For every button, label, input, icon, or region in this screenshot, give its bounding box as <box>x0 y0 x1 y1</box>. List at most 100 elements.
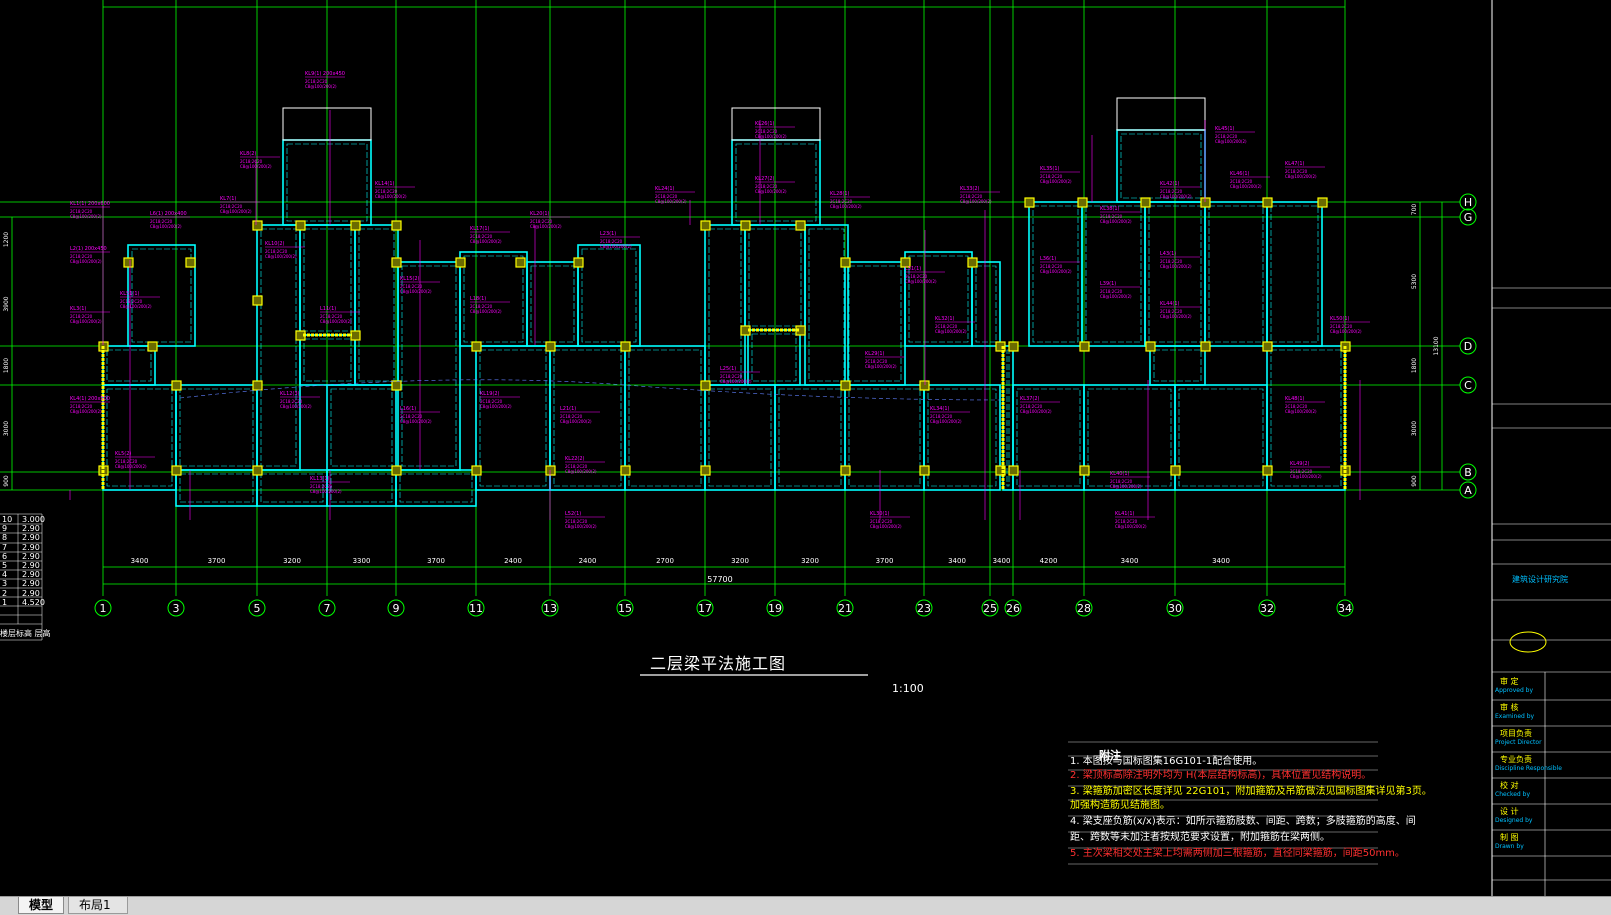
beam-inner-line <box>975 265 997 343</box>
beam-label: KL4(1) 200x500 <box>70 396 110 402</box>
beam-label: KL8(2) <box>240 151 256 157</box>
note-item: 3. 梁箍筋加密区长度详见 22G101，附加箍筋及吊筋做法见国标图集详见第3页… <box>1070 786 1432 797</box>
axis-label-30: 30 <box>1168 602 1182 615</box>
beam-outline <box>774 384 846 491</box>
beam-label: L11(1) <box>320 306 336 312</box>
column <box>391 257 402 268</box>
beam-inner-line <box>106 388 173 487</box>
beam-stirrup-text: C8@100/200(2) <box>1115 524 1147 529</box>
right-dim-text: 1800 <box>1411 358 1418 373</box>
beam-inner-line <box>303 338 352 382</box>
column <box>573 257 584 268</box>
right-dim-text: 700 <box>1411 204 1418 216</box>
beam-inner-line <box>628 349 702 487</box>
column <box>1145 341 1156 352</box>
beam-label: KL12(3) <box>280 391 300 397</box>
column <box>740 220 751 231</box>
axis-label-26: 26 <box>1006 602 1020 615</box>
beam-label: L39(1) <box>1100 281 1116 287</box>
titleblock-role-label-en: Examined by <box>1495 713 1535 720</box>
beam-outline <box>577 244 641 347</box>
column <box>471 465 482 476</box>
beam-stirrup-text: C8@100/200(2) <box>1100 219 1132 224</box>
beam-stirrup-text: C8@100/200(2) <box>1100 294 1132 299</box>
beam-inner-line <box>927 388 997 487</box>
beam-label: L52(1) <box>565 511 581 517</box>
beam-stirrup-text: C8@100/200(2) <box>1285 174 1317 179</box>
beam-label: L25(1) <box>720 366 736 372</box>
beam-inner-line <box>358 228 395 382</box>
column <box>171 465 182 476</box>
beam-outline <box>1174 384 1268 491</box>
beam-inner-line <box>751 333 797 382</box>
beam-stirrup-text: C8@100/200(2) <box>600 244 632 249</box>
beam-label: KL45(1) <box>1215 126 1235 132</box>
axis-label-1: 1 <box>100 602 107 615</box>
axis-label-9: 9 <box>393 602 400 615</box>
bottom-dim-text: 2700 <box>656 557 674 565</box>
column <box>471 341 482 352</box>
beam-inner-line <box>708 388 772 487</box>
column <box>967 257 978 268</box>
level-height-value: 2.90 <box>22 588 40 598</box>
beam-stirrup-text: C8@100/200(2) <box>930 419 962 424</box>
cad-model-space[interactable]: 57700 3400 3700 3200 3300 3700 2400 2400 2700 320… <box>0 0 1611 896</box>
tab-model[interactable]: 模型 <box>18 897 64 914</box>
beam-label: KL19(2) <box>480 391 500 397</box>
left-dim-text: 3900 <box>3 296 10 311</box>
tab-layout1[interactable]: 布局1 <box>68 897 128 914</box>
beam-label: KL34(1) <box>930 406 950 412</box>
beam-inner-line <box>1032 205 1079 343</box>
structural-beam-plan[interactable]: 577003400 3700 3200 3300 3700 2400 2400 2700 320… <box>0 0 1611 896</box>
column <box>840 257 851 268</box>
bottom-dim-text: 3700 <box>876 557 894 565</box>
note-item: 加强构造筋见结施图。 <box>1070 800 1170 811</box>
column <box>147 341 158 352</box>
bottom-dim-text: 3700 <box>427 557 445 565</box>
beam-label: KL35(1) <box>1040 166 1060 172</box>
beam-outline <box>804 224 849 386</box>
axis-label-25: 25 <box>983 602 997 615</box>
column <box>252 220 263 231</box>
column <box>700 380 711 391</box>
level-floor-number: 7 <box>2 542 8 552</box>
beam-stirrup-text: C8@100/200(2) <box>70 214 102 219</box>
axis-label-13: 13 <box>543 602 557 615</box>
beam-stirrup-text: C8@100/200(2) <box>1160 264 1192 269</box>
bottom-dim-text: 3200 <box>801 557 819 565</box>
titleblock-role-label-en: Drawn by <box>1495 843 1524 850</box>
column <box>171 380 182 391</box>
left-dim-text: 3000 <box>3 421 10 436</box>
beam-label: KL37(2) <box>1020 396 1040 402</box>
beam-label: KL38(1) <box>1100 206 1120 212</box>
beam-label: KL46(1) <box>1230 171 1250 177</box>
axis-label-11: 11 <box>469 602 483 615</box>
beam-stirrup-text: C8@100/200(2) <box>655 199 687 204</box>
beam-inner-line <box>581 248 637 343</box>
beam-label: KL26(1) <box>755 121 775 127</box>
titleblock-role-label: 项目负责 <box>1500 729 1532 738</box>
axis-label-17: 17 <box>698 602 712 615</box>
titleblock-role-label: 校 对 <box>1500 781 1519 790</box>
beam-outline <box>102 384 177 491</box>
level-height-value: 3.000 <box>22 515 45 524</box>
beam-inner-line <box>1178 388 1264 487</box>
titleblock-role-label-en: Checked by <box>1495 791 1531 798</box>
beam-outline <box>923 384 1001 491</box>
column <box>795 220 806 231</box>
beam-stirrup-text: C8@100/200(2) <box>1285 409 1317 414</box>
beam-outline <box>102 345 156 386</box>
beam-inner-line <box>179 388 254 467</box>
beam-stirrup-text: C8@100/200(2) <box>565 469 597 474</box>
beam-label: KL13(1) <box>310 476 330 482</box>
beam-label: L16(1) <box>400 406 416 412</box>
bottom-dim-text: 3300 <box>353 557 371 565</box>
beam-stirrup-text: C8@100/200(2) <box>70 259 102 264</box>
beam-stirrup-text: C8@100/200(2) <box>70 409 102 414</box>
column <box>1079 465 1090 476</box>
column <box>252 465 263 476</box>
beam-stirrup-text: C8@100/200(2) <box>115 464 147 469</box>
level-floor-number: 5 <box>2 561 8 570</box>
beam-stirrup-text: C8@100/200(2) <box>830 204 862 209</box>
titleblock-role-label: 设 计 <box>1500 807 1519 816</box>
